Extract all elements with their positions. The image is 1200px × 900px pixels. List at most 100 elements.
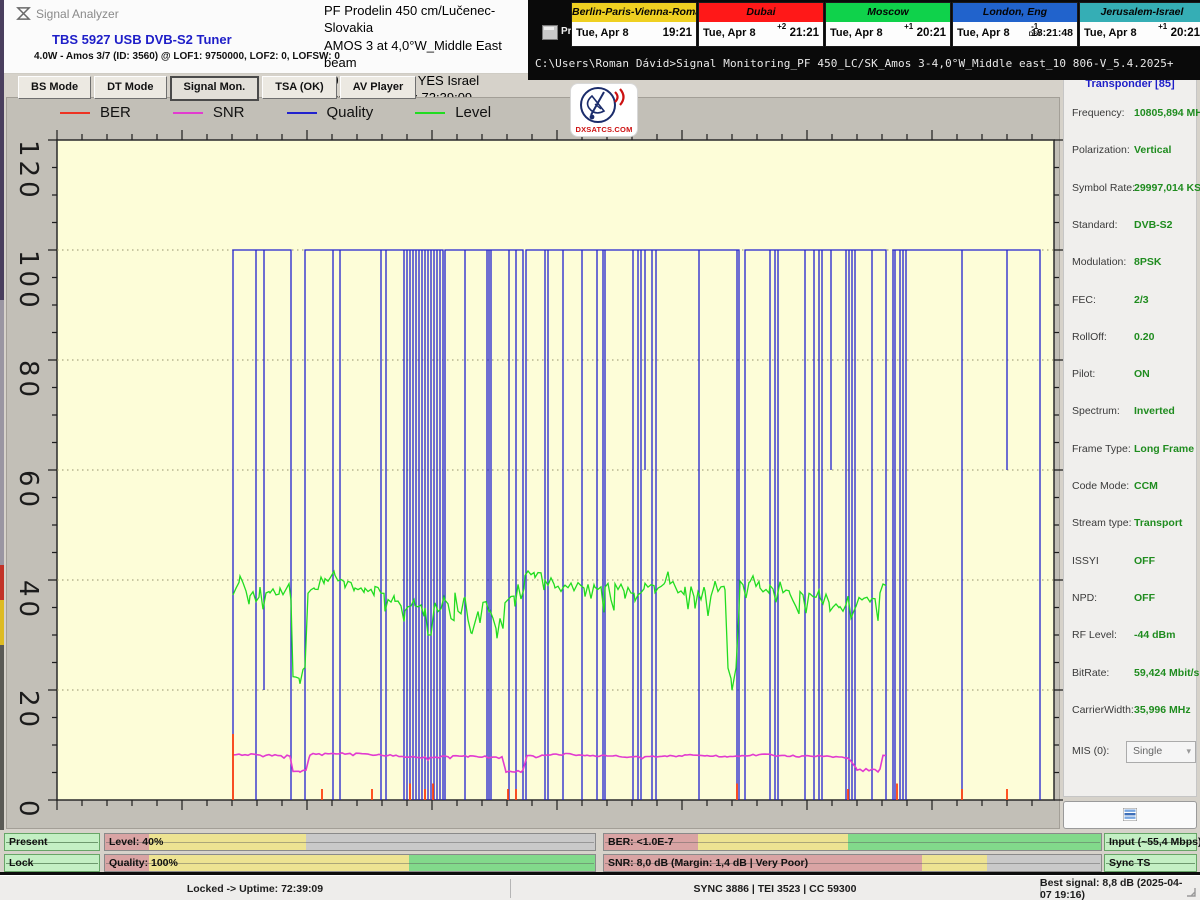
console-window: Pri Berlin-Paris-Vienna-RomaTue, Apr 819…: [528, 0, 1200, 80]
clock-utc-offset: +1: [1158, 22, 1167, 31]
legend-label: Level: [455, 104, 491, 121]
plot-area: [57, 140, 1054, 800]
legend-line-sample: [60, 112, 90, 114]
row-label: BitRate:: [1072, 667, 1109, 679]
legend-item-snr: SNR: [173, 104, 245, 121]
clock-city-label: Berlin-Paris-Vienna-Roma: [572, 3, 696, 22]
y-tick-label: 100: [15, 250, 41, 312]
signal-analyzer-window: Signal Analyzer TBS 5927 USB DVB-S2 Tune…: [0, 0, 1200, 900]
row-value: 8PSK: [1134, 256, 1161, 268]
legend-label: Quality: [327, 104, 374, 121]
tuner-subtitle: 4.0W - Amos 3/7 (ID: 3560) @ LOF1: 97500…: [34, 51, 340, 62]
chevron-down-icon: ▾: [1186, 742, 1191, 761]
row-value: OFF: [1134, 555, 1155, 567]
bar-groove: [605, 842, 1100, 843]
status-bar-level-40: Level: 40%: [104, 833, 596, 851]
console-prompt-text: C:\Users\Roman Dávid>Signal Monitoring_P…: [535, 57, 1174, 70]
row-label: Frame Type:: [1072, 443, 1131, 455]
row-value: Vertical: [1134, 144, 1171, 156]
transponder-report-button[interactable]: [1063, 801, 1197, 829]
tab-signal-mon[interactable]: Signal Mon.: [170, 76, 260, 101]
status-bar-ber-1-0e-7: BER: <1.0E-7: [603, 833, 1102, 851]
legend-item-quality: Quality: [287, 104, 374, 121]
row-label: Frequency:: [1072, 107, 1125, 119]
legend-item-level: Level: [415, 104, 491, 121]
row-label: Code Mode:: [1072, 480, 1129, 492]
dxsatcs-logo: DXSATCS.COM: [571, 84, 637, 136]
clock-time-row: Tue, Apr 8-1DST18:21:48: [953, 22, 1077, 46]
mis-selected-value: Single: [1133, 745, 1162, 757]
status-box-input-55-4-mbps: Input (~55,4 Mbps): [1104, 833, 1197, 851]
mis-select[interactable]: Single ▾: [1126, 741, 1196, 763]
background-window-edge: [0, 300, 4, 565]
row-value: 59,424 Mbit/s: [1134, 667, 1199, 679]
tuner-title: TBS 5927 USB DVB-S2 Tuner: [52, 32, 232, 47]
transponder-panel: Transponder [85] Frequency:10805,894 MHz…: [1063, 76, 1197, 797]
clock-jerusalem-israel: Jerusalem-IsraelTue, Apr 8+120:21: [1079, 2, 1200, 47]
row-label: ISSYI: [1072, 555, 1099, 567]
window-title: Signal Analyzer: [36, 7, 119, 21]
row-label: Pilot:: [1072, 368, 1095, 380]
status-label: Level: 40%: [109, 834, 163, 851]
row-label: Modulation:: [1072, 256, 1126, 268]
tab-tsa-ok[interactable]: TSA (OK): [262, 76, 336, 99]
console-window-icon: [542, 25, 558, 40]
status-label: SNR: 8,0 dB (Margin: 1,4 dB | Very Poor): [608, 855, 808, 872]
row-value: 0.20: [1134, 331, 1154, 343]
clock-date: Tue, Apr 8: [957, 27, 1010, 39]
row-value: 29997,014 KS/s: [1134, 182, 1200, 194]
clock-dubai: DubaiTue, Apr 8+221:21: [698, 2, 824, 47]
legend-item-ber: BER: [60, 104, 131, 121]
row-label: Polarization:: [1072, 144, 1130, 156]
status-label: Sync TS: [1109, 855, 1150, 872]
resize-grip[interactable]: [1185, 886, 1197, 898]
background-window-edge: [0, 645, 4, 830]
chart-legend: BER SNR Quality Level: [60, 104, 491, 121]
clock-london-eng: London, EngTue, Apr 8-1DST18:21:48: [952, 2, 1078, 47]
clock-city-label: Dubai: [699, 3, 823, 22]
legend-line-sample: [173, 112, 203, 114]
tab-dt-mode[interactable]: DT Mode: [94, 76, 166, 99]
y-tick-label: 80: [15, 360, 41, 401]
clock-date: Tue, Apr 8: [1084, 27, 1137, 39]
status-box-present: Present: [4, 833, 100, 851]
row-label: Standard:: [1072, 219, 1118, 231]
mis-label: MIS (0):: [1072, 745, 1109, 757]
status-sync-counters: SYNC 3886 | TEI 3523 | CC 59300: [510, 876, 1040, 900]
clock-moscow: MoscowTue, Apr 8+120:21: [825, 2, 951, 47]
clock-time: 21:21: [790, 27, 819, 39]
tab-bs-mode[interactable]: BS Mode: [18, 76, 91, 99]
row-label: NPD:: [1072, 592, 1097, 604]
clock-time-row: Tue, Apr 819:21: [572, 22, 696, 46]
bar-groove: [106, 863, 594, 864]
row-value: DVB-S2: [1134, 219, 1173, 231]
row-value: Transport: [1134, 517, 1182, 529]
status-best-signal: Best signal: 8,8 dB (2025-04-07 19:16): [1040, 876, 1185, 900]
signal-monitor-chart: [42, 126, 1064, 818]
tab-av-player[interactable]: AV Player: [340, 76, 417, 99]
antenna-info-line: AMOS 3 at 4,0°W_Middle East beam: [324, 37, 530, 72]
status-box-lock: Lock: [4, 854, 100, 872]
row-label: FEC:: [1072, 294, 1096, 306]
legend-line-sample: [415, 112, 445, 114]
row-value: Long Frame: [1134, 443, 1194, 455]
clock-time: 20:21: [917, 27, 946, 39]
y-tick-label: 40: [15, 580, 41, 621]
clock-time-row: Tue, Apr 8+120:21: [826, 22, 950, 46]
clock-date: Tue, Apr 8: [703, 27, 756, 39]
y-tick-label: 0: [15, 800, 41, 821]
clock-time: 18:21:48: [1031, 27, 1073, 39]
bar-groove: [106, 842, 594, 843]
status-label: Input (~55,4 Mbps): [1109, 834, 1200, 851]
status-bar-snr-8-0-db-margin-1-4-db-very-poor: SNR: 8,0 dB (Margin: 1,4 dB | Very Poor): [603, 854, 1102, 872]
y-tick-label: 20: [15, 690, 41, 731]
clock-city-label: Jerusalem-Israel: [1080, 3, 1200, 22]
row-value: OFF: [1134, 592, 1155, 604]
clock-date: Tue, Apr 8: [576, 27, 629, 39]
legend-label: BER: [100, 104, 131, 121]
antenna-info-line: PF Prodelin 450 cm/Lučenec-Slovakia: [324, 2, 530, 37]
row-label: Spectrum:: [1072, 405, 1120, 417]
row-value: CCM: [1134, 480, 1158, 492]
satellite-dish-icon: [571, 84, 637, 126]
row-label: RollOff:: [1072, 331, 1107, 343]
